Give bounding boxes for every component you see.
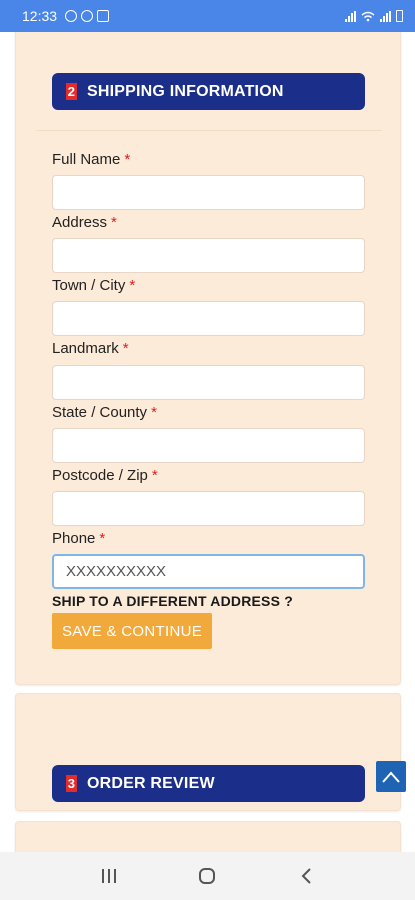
shipping-header[interactable]: 2 SHIPPING INFORMATION: [52, 73, 365, 110]
landmark-label: Landmark *: [52, 340, 129, 357]
android-nav-bar: [0, 852, 415, 900]
order-review-card: 3 ORDER REVIEW: [15, 693, 401, 811]
shipping-card: 2 SHIPPING INFORMATION Full Name * Addres…: [15, 32, 401, 685]
order-review-header[interactable]: 3 ORDER REVIEW: [52, 765, 365, 802]
town-city-input[interactable]: [52, 301, 365, 336]
landmark-input[interactable]: [52, 365, 365, 400]
shipping-step-number: 2: [66, 83, 77, 100]
state-county-input[interactable]: [52, 428, 365, 463]
address-input[interactable]: [52, 238, 365, 273]
status-bar: 12:33: [0, 0, 415, 32]
back-button[interactable]: [286, 860, 326, 892]
recent-apps-button[interactable]: [89, 860, 129, 892]
settings-icon: [81, 10, 94, 22]
phone-label: Phone *: [52, 530, 106, 547]
signal-icon: [345, 11, 356, 22]
battery-icon: [396, 10, 403, 22]
full-name-input[interactable]: [52, 175, 365, 210]
back-icon: [301, 868, 311, 884]
ship-to-different-address-link[interactable]: SHIP TO A DIFFERENT ADDRESS ?: [52, 593, 293, 609]
state-county-label: State / County *: [52, 404, 157, 421]
checkout-content[interactable]: 2 SHIPPING INFORMATION Full Name * Addres…: [0, 32, 415, 852]
phone-input[interactable]: [52, 554, 365, 589]
town-city-label: Town / City *: [52, 277, 136, 294]
recent-apps-icon: [102, 869, 117, 883]
next-section-card: [15, 821, 401, 852]
signal-icon-2: [380, 11, 391, 22]
full-name-label: Full Name *: [52, 151, 131, 168]
postcode-zip-input[interactable]: [52, 491, 365, 526]
home-button[interactable]: [187, 860, 227, 892]
wifi-icon: [361, 11, 375, 22]
status-time: 12:33: [22, 8, 58, 24]
order-review-step-number: 3: [66, 775, 77, 792]
shipping-title: SHIPPING INFORMATION: [87, 82, 284, 100]
chevron-up-icon: [382, 770, 400, 783]
address-label: Address *: [52, 214, 117, 231]
scroll-to-top-button[interactable]: [376, 761, 406, 792]
postcode-zip-label: Postcode / Zip *: [52, 467, 158, 484]
gallery-icon: [97, 10, 110, 22]
divider: [36, 130, 382, 131]
home-icon: [199, 868, 216, 884]
save-continue-button[interactable]: SAVE & CONTINUE: [52, 613, 212, 649]
b-circle-icon: [65, 10, 78, 22]
order-review-title: ORDER REVIEW: [87, 774, 215, 792]
